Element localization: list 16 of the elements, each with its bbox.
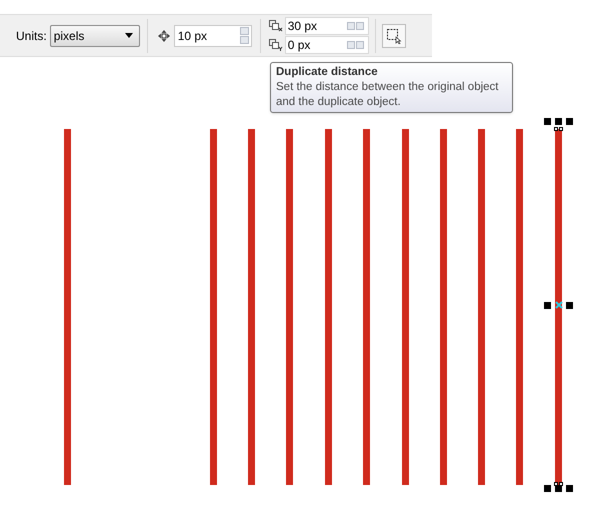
dropdown-arrow-icon [124, 33, 133, 38]
spin-buttons[interactable] [346, 41, 364, 49]
selection-frame-icon [386, 28, 402, 44]
duplicate-y-field[interactable]: 0 px [284, 36, 369, 54]
nudge-field[interactable]: 10 px [174, 24, 252, 46]
units-label: Units: [16, 28, 47, 44]
units-dropdown[interactable]: pixels [50, 24, 140, 46]
select-tool-button[interactable] [382, 24, 406, 48]
tooltip-title: Duplicate distance [276, 65, 379, 80]
move-arrows-icon [158, 30, 170, 42]
duplicate-x-field[interactable]: 30 px [284, 17, 369, 35]
tooltip-text: Set the distance between the original object and the duplicate object. [276, 80, 500, 110]
duplicate-x-icon [268, 20, 283, 32]
spin-buttons[interactable] [346, 22, 364, 30]
spin-buttons[interactable] [240, 27, 249, 44]
duplicate-y-icon [268, 39, 283, 51]
